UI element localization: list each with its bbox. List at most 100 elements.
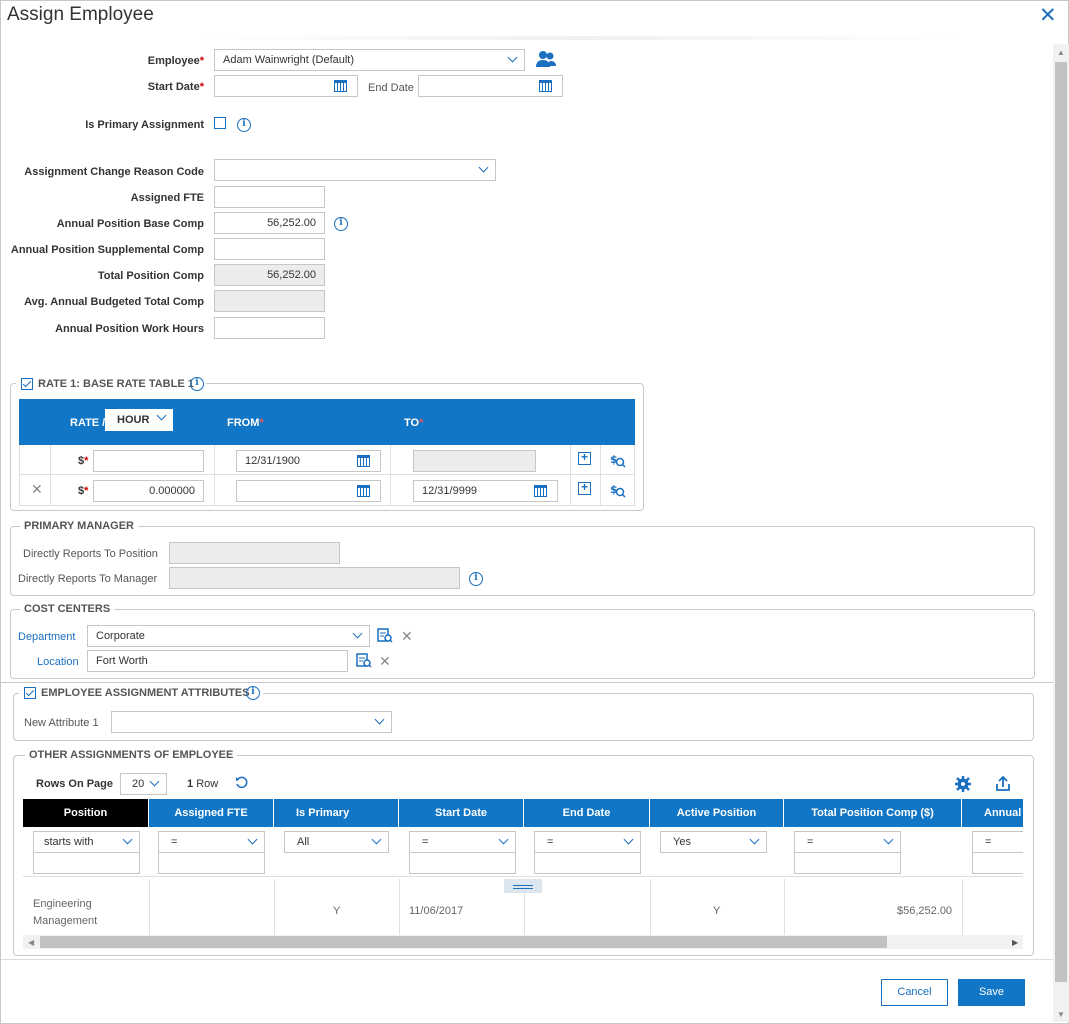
filter-start-value[interactable]: [409, 852, 516, 874]
assignments-grid: Position Assigned FTE Is Primary Start D…: [23, 799, 1023, 936]
col-header-position[interactable]: Position: [23, 799, 149, 827]
rate-from-input[interactable]: [236, 480, 381, 502]
filter-fte-value[interactable]: [158, 852, 265, 874]
calendar-icon[interactable]: [534, 485, 547, 497]
avg-comp-value: [214, 290, 325, 312]
col-header-start[interactable]: Start Date: [399, 799, 524, 827]
department-lookup-icon[interactable]: [377, 628, 393, 643]
col-header-end[interactable]: End Date: [524, 799, 650, 827]
work-hours-input[interactable]: [214, 317, 325, 339]
add-icon[interactable]: +: [578, 451, 591, 465]
cell-total: $56,252.00: [897, 905, 953, 917]
location-lookup-icon[interactable]: [356, 653, 372, 668]
manager-legend: PRIMARY MANAGER: [20, 520, 139, 532]
cancel-button[interactable]: Cancel: [881, 979, 948, 1006]
department-link[interactable]: Department: [18, 631, 75, 643]
filter-annual-value[interactable]: [972, 852, 1023, 874]
row-count: 1 Row: [187, 778, 219, 790]
filter-primary[interactable]: All: [284, 831, 389, 853]
fte-input[interactable]: [214, 186, 325, 208]
info-icon[interactable]: i: [190, 377, 204, 391]
chevron-down-icon: [247, 834, 258, 845]
primary-label: Is Primary Assignment: [85, 119, 204, 131]
rate-lookup-icon[interactable]: $: [610, 453, 626, 468]
remove-row-icon[interactable]: ✕: [31, 482, 43, 496]
chevron-down-icon: [122, 834, 133, 845]
rate-header: RATE / HOUR FROM* TO*: [19, 399, 635, 445]
reason-code-label: Assignment Change Reason Code: [24, 166, 204, 178]
col-header-total[interactable]: Total Position Comp ($): [784, 799, 962, 827]
cost-legend: COST CENTERS: [20, 603, 115, 615]
chevron-down-icon: [156, 410, 167, 421]
filter-end[interactable]: =: [534, 831, 641, 853]
page-vscrollbar[interactable]: ▲ ▼: [1053, 44, 1069, 1022]
base-comp-input[interactable]: 56,252.00: [214, 212, 325, 234]
location-link[interactable]: Location: [37, 656, 79, 668]
clear-location-icon[interactable]: ✕: [379, 654, 391, 668]
grid-hscrollbar[interactable]: ◀ ▶: [23, 935, 1023, 949]
currency-label: $*: [78, 455, 89, 467]
rows-on-page-select[interactable]: 20: [120, 773, 167, 795]
employee-select[interactable]: Adam Wainwright (Default): [214, 49, 525, 71]
employee-label: Employee*: [147, 55, 204, 67]
info-icon[interactable]: i: [469, 572, 483, 586]
rate-lookup-icon[interactable]: $: [610, 483, 626, 498]
rate-checkbox[interactable]: [21, 378, 33, 390]
collapse-filter-handle[interactable]: [504, 879, 542, 893]
reports-manager-label: Directly Reports To Manager: [18, 573, 158, 585]
primary-checkbox[interactable]: [214, 117, 226, 129]
col-header-fte[interactable]: Assigned FTE: [149, 799, 274, 827]
supp-comp-input[interactable]: [214, 238, 325, 260]
currency-label: $*: [78, 485, 89, 497]
rate-to-input[interactable]: 12/31/9999: [413, 480, 558, 502]
col-header-primary[interactable]: Is Primary: [274, 799, 399, 827]
department-select[interactable]: Corporate: [87, 625, 370, 647]
chevron-down-icon: [498, 834, 509, 845]
calendar-icon[interactable]: [357, 455, 370, 467]
filter-total[interactable]: =: [794, 831, 901, 853]
col-header-annual[interactable]: Annual: [962, 799, 1023, 827]
calendar-icon[interactable]: [334, 80, 347, 92]
assign-employee-dialog: Assign Employee ✕ Employee* Adam Wainwri…: [0, 0, 1069, 1024]
calendar-icon[interactable]: [539, 80, 552, 92]
rate-from-input[interactable]: 12/31/1900: [236, 450, 381, 472]
close-icon[interactable]: ✕: [1039, 3, 1057, 28]
filter-total-value[interactable]: [794, 852, 901, 874]
filter-position-value[interactable]: [33, 852, 140, 874]
attr1-select[interactable]: [111, 711, 392, 733]
filter-start[interactable]: =: [409, 831, 516, 853]
info-icon[interactable]: i: [334, 217, 348, 231]
col-header-active[interactable]: Active Position: [650, 799, 784, 827]
reports-position-label: Directly Reports To Position: [23, 548, 158, 560]
rate-amount-input[interactable]: [93, 450, 204, 472]
clear-department-icon[interactable]: ✕: [401, 629, 413, 643]
location-input[interactable]: Fort Worth: [87, 650, 348, 672]
filter-position[interactable]: starts with: [33, 831, 140, 853]
add-icon[interactable]: +: [578, 481, 591, 495]
employee-search-icon[interactable]: [535, 50, 557, 68]
chevron-down-icon: [374, 714, 385, 725]
reason-code-select[interactable]: [214, 159, 496, 181]
filter-fte[interactable]: =: [158, 831, 265, 853]
dialog-title: Assign Employee: [7, 4, 154, 25]
start-date-input[interactable]: [214, 75, 358, 97]
attrs-checkbox[interactable]: [24, 687, 36, 699]
avg-comp-label: Avg. Annual Budgeted Total Comp: [24, 296, 204, 308]
start-date-label: Start Date*: [147, 81, 204, 93]
calendar-icon[interactable]: [357, 485, 370, 497]
chevron-down-icon: [883, 834, 894, 845]
gear-icon[interactable]: [955, 776, 971, 792]
save-button[interactable]: Save: [958, 979, 1025, 1006]
info-icon[interactable]: i: [237, 118, 251, 132]
total-comp-value: 56,252.00: [214, 264, 325, 286]
end-date-input[interactable]: [418, 75, 563, 97]
filter-active[interactable]: Yes: [660, 831, 767, 853]
export-icon[interactable]: [995, 776, 1011, 792]
refresh-icon[interactable]: [235, 776, 249, 790]
filter-end-value[interactable]: [534, 852, 641, 874]
rate-unit-select[interactable]: HOUR: [105, 409, 173, 431]
rate-amount-input[interactable]: 0.000000: [93, 480, 204, 502]
filter-annual[interactable]: =: [972, 831, 1023, 853]
work-hours-label: Annual Position Work Hours: [55, 323, 204, 335]
info-icon[interactable]: i: [246, 686, 260, 700]
